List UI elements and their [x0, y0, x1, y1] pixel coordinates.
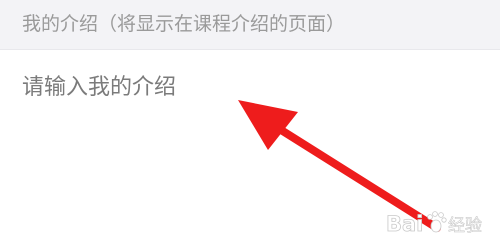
svg-text:Bai: Bai	[386, 212, 423, 236]
section-header: 我的介绍（将显示在课程介绍的页面）	[0, 0, 500, 50]
section-title: 我的介绍（将显示在课程介绍的页面）	[22, 13, 346, 35]
watermark-logo: Bai 经验	[384, 204, 494, 244]
svg-text:经验: 经验	[448, 216, 482, 236]
paw-icon	[427, 211, 447, 233]
